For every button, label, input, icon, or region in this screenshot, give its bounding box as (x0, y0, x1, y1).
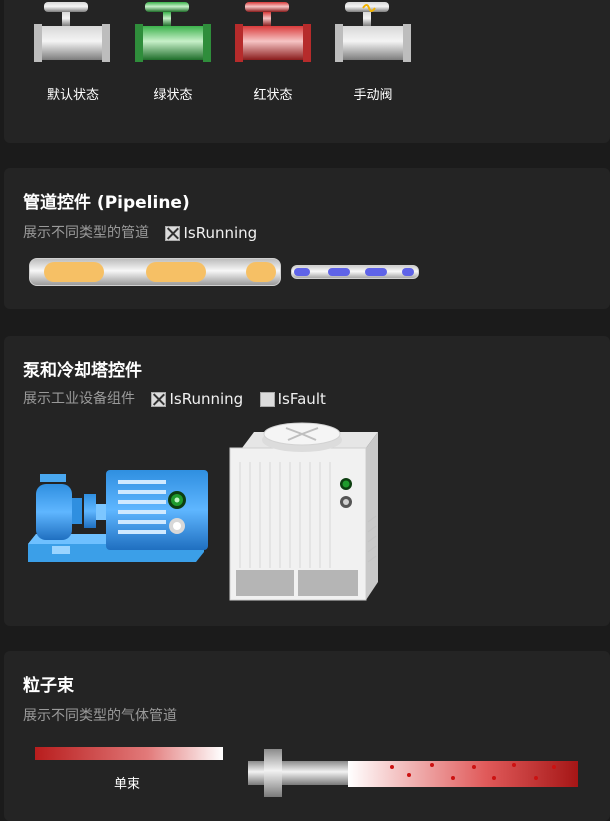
gas-segment (294, 268, 310, 276)
fluid-segment (44, 262, 104, 282)
valve-label-manual: 手动阀 (353, 88, 393, 103)
fluid-segment (146, 262, 206, 282)
beam-desc: 展示不同类型的气体管道 (23, 708, 177, 724)
fluid-pipe (29, 258, 281, 286)
single-beam-label: 单束 (114, 777, 141, 792)
pump-isfault-checkbox[interactable]: IsFault (259, 390, 326, 408)
pump-title: 泵和冷却塔控件 (23, 361, 142, 381)
pipeline-isrunning-label: IsRunning (183, 224, 258, 242)
checkbox-checked-icon (165, 225, 181, 241)
cooling-tower-icon[interactable] (228, 422, 380, 606)
gas-segment (365, 268, 387, 276)
valve-red-icon[interactable] (235, 0, 313, 72)
pump-isrunning-checkbox[interactable]: IsRunning (151, 390, 243, 408)
valve-manual-icon[interactable] (335, 0, 413, 72)
valve-label-default: 默认状态 (46, 88, 99, 103)
pump-isrunning-label: IsRunning (169, 390, 244, 408)
pump-desc-row: 展示工业设备组件 IsRunning IsFault (23, 388, 326, 408)
valve-panel: 默认状态 绿状态 红状态 手动阀 (4, 0, 610, 143)
single-beam (35, 747, 223, 760)
valve-default-icon[interactable] (34, 0, 112, 72)
pipeline-desc-row: 展示不同类型的管道 IsRunning (23, 222, 257, 242)
pipeline-isrunning-checkbox[interactable]: IsRunning (165, 224, 257, 242)
valve-label-green: 绿状态 (153, 88, 193, 103)
pipeline-title: 管道控件 (Pipeline) (23, 193, 190, 213)
pump-icon[interactable] (26, 464, 208, 568)
gas-pipe (291, 265, 419, 279)
beam-title: 粒子束 (23, 676, 74, 696)
valve-label-red: 红状态 (253, 88, 293, 103)
pipeline-panel: 管道控件 (Pipeline) 展示不同类型的管道 IsRunning (4, 168, 610, 309)
gas-segment (402, 268, 414, 276)
checkbox-checked-icon (151, 391, 167, 407)
valve-green-icon[interactable] (135, 0, 213, 72)
pipeline-desc: 展示不同类型的管道 (23, 225, 149, 241)
pump-isfault-label: IsFault (277, 390, 326, 408)
pump-panel: 泵和冷却塔控件 展示工业设备组件 IsRunning IsFault (4, 336, 610, 626)
pump-desc: 展示工业设备组件 (23, 391, 135, 407)
beam-emitter-icon[interactable] (246, 745, 580, 801)
fluid-segment (246, 262, 276, 282)
checkbox-unchecked-icon (259, 391, 275, 407)
gas-segment (328, 268, 350, 276)
beam-panel: 粒子束 展示不同类型的气体管道 单束 (4, 651, 610, 821)
